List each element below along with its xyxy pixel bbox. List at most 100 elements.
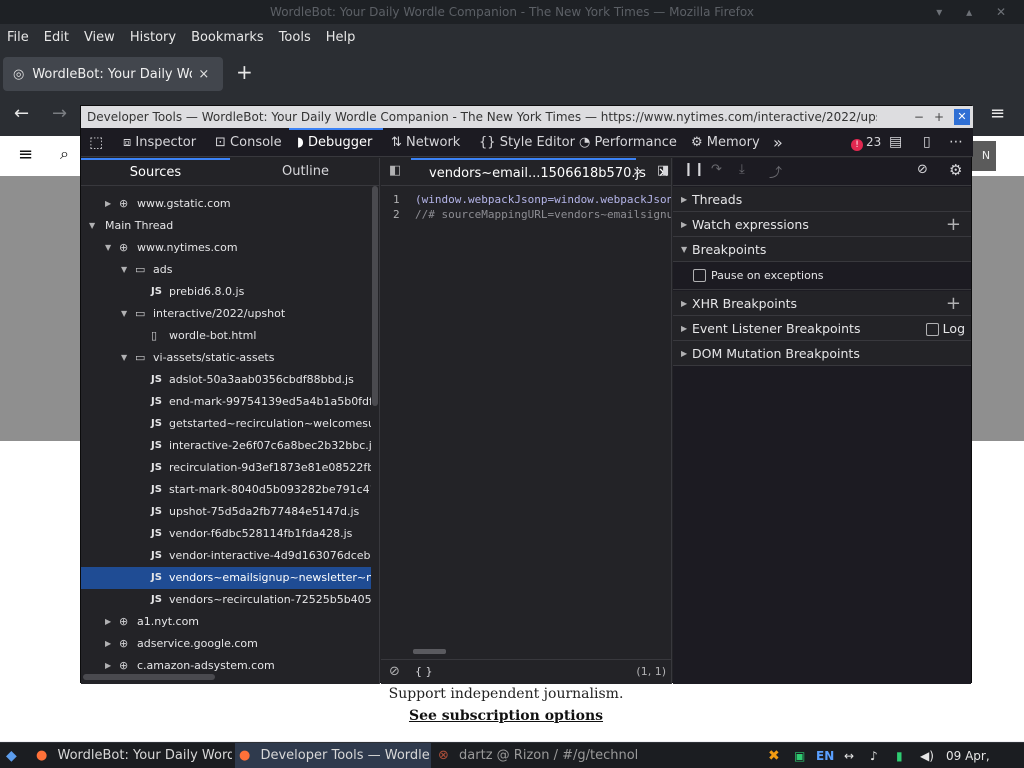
taskbar-item-devtools[interactable]: ● Developer Tools — WordleB... [235, 743, 431, 768]
forward-arrow-icon[interactable]: → [52, 103, 67, 124]
split-console-icon[interactable]: ▤ [889, 128, 902, 157]
overflow-menu-icon[interactable]: ⋯ [949, 128, 963, 157]
tab-debugger[interactable]: ◗ Debugger [297, 128, 372, 157]
search-icon[interactable]: ⌕ [60, 144, 69, 164]
expanded-arrow-icon[interactable]: ▼ [89, 215, 95, 237]
step-out-icon[interactable]: ⤴ [769, 162, 782, 181]
taskbar-item-irc[interactable]: ⊗ dartz @ Rizon / #/g/technolo... [438, 743, 638, 768]
blackbox-icon[interactable]: ⊘ [389, 660, 400, 684]
pane-dom-mutation-breakpoints[interactable]: ▶ DOM Mutation Breakpoints [673, 341, 971, 366]
tree-row-folder[interactable]: ▼ ▭ vi-assets/static-assets [81, 347, 371, 369]
tab-memory[interactable]: ⚙ Memory [691, 128, 760, 157]
tree-row-js[interactable]: JS start-mark-8040d5b093282be791c41a2 [81, 479, 371, 501]
pane-threads[interactable]: ▶ Threads [673, 187, 971, 212]
tab-console[interactable]: ⊡ Console [215, 128, 282, 157]
tree-row-thread[interactable]: ▼ Main Thread [81, 215, 371, 237]
window-controls[interactable]: ▾ ▴ ✕ [936, 0, 1016, 24]
battery-icon[interactable]: ▮ [896, 743, 903, 768]
close-icon[interactable]: ✕ [954, 109, 970, 125]
tree-row-js[interactable]: JS prebid6.8.0.js [81, 281, 371, 303]
menu-file[interactable]: File [7, 30, 29, 45]
log-toggle[interactable]: Log [925, 316, 965, 341]
pause-on-exceptions-checkbox[interactable] [693, 262, 706, 290]
tree-row-domain[interactable]: ▶ ⊕ a1.nyt.com [81, 611, 371, 633]
settings-gear-icon[interactable]: ⚙ [949, 161, 962, 179]
add-xhr-icon[interactable]: + [946, 291, 961, 316]
pane-event-listener-breakpoints[interactable]: ▶ Event Listener Breakpoints Log [673, 316, 971, 341]
tree-row-js[interactable]: JS adslot-50a3aab0356cbdf88bbd.js [81, 369, 371, 391]
menu-view[interactable]: View [84, 30, 115, 45]
tree-row-js[interactable]: JS interactive-2e6f07c6a8bec2b32bbc.js [81, 435, 371, 457]
tab-style-editor[interactable]: {} Style Editor [479, 128, 575, 157]
notification-bell-icon[interactable]: ♪ [870, 743, 878, 768]
more-tabs-icon[interactable]: » [633, 162, 642, 180]
tree-row-file[interactable]: ▯ wordle-bot.html [81, 325, 371, 347]
tab-network[interactable]: ⇅ Network [391, 128, 460, 157]
maximize-icon[interactable]: + [934, 106, 944, 128]
tree-row-domain[interactable]: ▼ ⊕ www.nytimes.com [81, 237, 371, 259]
tab-performance[interactable]: ◔ Performance [579, 128, 677, 157]
network-tray-icon[interactable]: ↔ [844, 743, 854, 768]
tree-row-domain[interactable]: ▶ ⊕ adservice.google.com [81, 633, 371, 655]
menu-history[interactable]: History [130, 30, 176, 45]
menu-edit[interactable]: Edit [44, 30, 69, 45]
tree-scrollbar[interactable] [371, 186, 379, 676]
pane-watch[interactable]: ▶ Watch expressions + [673, 212, 971, 237]
pane-breakpoints[interactable]: ▼ Breakpoints [673, 237, 971, 262]
collapsed-arrow-icon[interactable]: ▶ [105, 193, 111, 215]
tab-outline[interactable]: Outline [231, 158, 379, 186]
element-picker-icon[interactable]: ⬚ [89, 128, 103, 157]
collapsed-arrow-icon[interactable]: ▶ [105, 655, 111, 676]
log-checkbox[interactable] [925, 323, 939, 336]
tree-row-js[interactable]: JS vendor-f6dbc528114fb1fda428.js [81, 523, 371, 545]
tree-row-js[interactable]: JS getstarted~recirculation~welcomesubs [81, 413, 371, 435]
error-count-badge[interactable]: ! 23 [851, 128, 881, 157]
tree-row-js[interactable]: JS vendors~recirculation-72525b5b405d4 [81, 589, 371, 611]
tab-close-icon[interactable]: × [198, 67, 209, 82]
toggle-sources-icon[interactable]: ◧ [389, 163, 401, 178]
tree-row-folder[interactable]: ▼ ▭ interactive/2022/upshot [81, 303, 371, 325]
tree-horizontal-scrollbar[interactable] [83, 674, 215, 680]
app-menu-icon[interactable]: ≡ [990, 103, 1005, 124]
pause-icon[interactable]: ❙❙ [683, 162, 705, 177]
tree-row-domain[interactable]: ▶ ⊕ c.amazon-adsystem.com [81, 655, 371, 676]
add-watch-icon[interactable]: + [946, 212, 961, 237]
app-launcher-icon[interactable]: ◆ [6, 743, 26, 768]
step-over-icon[interactable]: ↷ [711, 162, 722, 177]
more-tools-icon[interactable]: » [773, 128, 783, 157]
tray-app-icon[interactable]: ✖ [768, 743, 780, 768]
new-tab-icon[interactable]: + [236, 60, 253, 84]
keyboard-layout[interactable]: EN [816, 743, 834, 768]
expanded-arrow-icon[interactable]: ▼ [121, 303, 127, 325]
menu-tools[interactable]: Tools [279, 30, 311, 45]
tree-row-js[interactable]: JS end-mark-99754139ed5a4b1a5b0fdf57 [81, 391, 371, 413]
pretty-print-button[interactable]: { } [415, 660, 433, 684]
tree-row-js[interactable]: JS vendor-interactive-4d9d163076dceb57 [81, 545, 371, 567]
tab-sources[interactable]: Sources [81, 158, 230, 186]
tab-wordlebot[interactable]: ◎ WordleBot: Your Daily Wordle Companion… [3, 57, 223, 91]
collapsed-arrow-icon[interactable]: ▶ [105, 611, 111, 633]
tree-row-folder[interactable]: ▼ ▭ ads [81, 259, 371, 281]
step-in-icon[interactable]: ⤓ [739, 162, 745, 177]
pane-xhr-breakpoints[interactable]: ▶ XHR Breakpoints + [673, 291, 971, 316]
line-number[interactable]: 1 [393, 192, 400, 207]
expanded-arrow-icon[interactable]: ▼ [121, 259, 127, 281]
clock[interactable]: 09 Apr, 17:27 [946, 743, 1024, 768]
expanded-arrow-icon[interactable]: ▼ [121, 347, 127, 369]
subscription-link[interactable]: See subscription options [0, 708, 1012, 724]
back-arrow-icon[interactable]: ← [14, 103, 29, 124]
taskbar-item-wordlebot[interactable]: ● WordleBot: Your Daily Wordl... [36, 743, 232, 768]
expanded-arrow-icon[interactable]: ▼ [105, 237, 111, 259]
menu-bookmarks[interactable]: Bookmarks [191, 30, 264, 45]
tree-row-js[interactable]: JS vendors~emailsignup~newsletter~new [81, 567, 371, 589]
menu-help[interactable]: Help [326, 30, 356, 45]
deactivate-breakpoints-icon[interactable]: ⊘ [917, 162, 928, 177]
tree-row-domain[interactable]: ▶ ⊕ www.gstatic.com [81, 193, 371, 215]
tree-row-js[interactable]: JS recirculation-9d3ef1873e81e08522fb.js [81, 457, 371, 479]
toggle-sidebar-icon[interactable]: ◨ [657, 163, 669, 178]
tray-clipboard-icon[interactable]: ▣ [794, 743, 805, 768]
editor-tab-file[interactable]: vendors~email...1506618b570.js ✕ [411, 158, 669, 186]
editor-horizontal-scrollbar[interactable] [413, 649, 446, 654]
tab-inspector[interactable]: ⧈ Inspector [123, 128, 196, 157]
responsive-design-icon[interactable]: ▯ [923, 128, 931, 157]
